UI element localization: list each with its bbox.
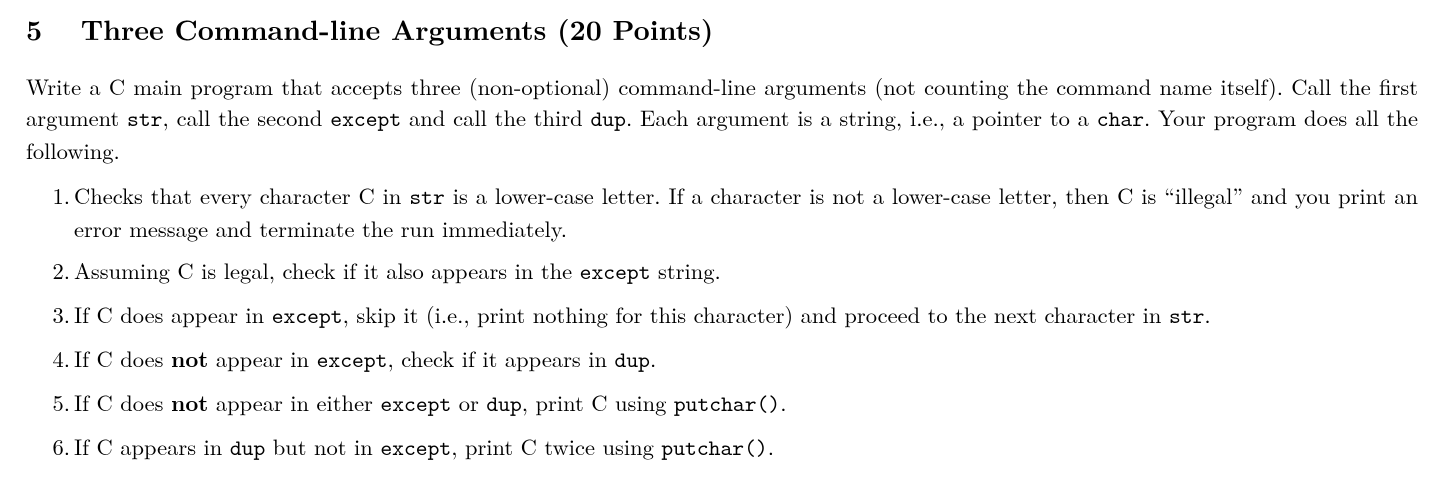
code-dup: dup xyxy=(230,433,265,463)
code-except: except xyxy=(330,104,401,134)
code-putchar: putchar() xyxy=(674,389,780,419)
item-text: , print C twice using xyxy=(451,430,661,462)
code-except: except xyxy=(272,301,343,331)
code-str: str xyxy=(127,104,162,134)
list-item: If C does not appear in except, check if… xyxy=(74,343,1418,376)
code-dup: dup xyxy=(590,104,625,134)
intro-text: , call the second xyxy=(163,101,331,133)
item-text: appear in either xyxy=(208,386,380,418)
list-item: If C does appear in except, skip it (i.e… xyxy=(74,299,1418,332)
item-text: If C does appear in xyxy=(74,298,272,330)
code-putchar: putchar() xyxy=(661,433,767,463)
code-except: except xyxy=(580,257,651,287)
code-str: str xyxy=(1169,301,1204,331)
item-text: , skip it (i.e., print nothing for this … xyxy=(343,298,1169,330)
item-text: string. xyxy=(651,254,721,286)
item-text: . xyxy=(780,386,786,418)
item-text: or xyxy=(451,386,486,418)
item-text: , check if it appears in xyxy=(387,342,614,374)
code-str: str xyxy=(409,182,444,212)
item-text: If C does xyxy=(74,342,171,374)
item-text: . xyxy=(768,430,774,462)
section-points: 20 Points xyxy=(570,9,701,49)
list-item: If C appears in dup but not in except, p… xyxy=(74,431,1418,464)
list-item: If C does not appear in either except or… xyxy=(74,387,1418,420)
item-text: but not in xyxy=(265,430,380,462)
section-title-pre: Three Command-line Arguments ( xyxy=(81,9,570,49)
list-item: Assuming C is legal, check if it also ap… xyxy=(74,255,1418,288)
code-except: except xyxy=(380,433,451,463)
bold-not: not xyxy=(171,342,208,374)
code-except: except xyxy=(380,389,451,419)
item-text: appear in xyxy=(208,342,316,374)
item-text: , print C using xyxy=(522,386,674,418)
code-dup: dup xyxy=(486,389,521,419)
list-item: Checks that every character C in str is … xyxy=(74,180,1418,244)
code-except: except xyxy=(317,345,388,375)
intro-text: and call the third xyxy=(401,101,590,133)
intro-text: . Each argument is a string, i.e., a poi… xyxy=(626,101,1097,133)
section-number: 5 xyxy=(26,10,70,49)
section-title-post: ) xyxy=(701,9,714,49)
item-text: . xyxy=(1204,298,1210,330)
code-dup: dup xyxy=(615,345,650,375)
requirement-list: Checks that every character C in str is … xyxy=(26,180,1418,464)
item-text: Checks that every character C in xyxy=(74,179,409,211)
problem-intro: Write a C main program that accepts thre… xyxy=(26,71,1418,166)
item-text: Assuming C is legal, check if it also ap… xyxy=(74,254,580,286)
code-char: char xyxy=(1097,104,1144,134)
section-heading: 5 Three Command-line Arguments (20 Point… xyxy=(26,10,1418,49)
bold-not: not xyxy=(171,386,208,418)
item-text: If C appears in xyxy=(74,430,230,462)
item-text: If C does xyxy=(74,386,171,418)
item-text: . xyxy=(650,342,656,374)
